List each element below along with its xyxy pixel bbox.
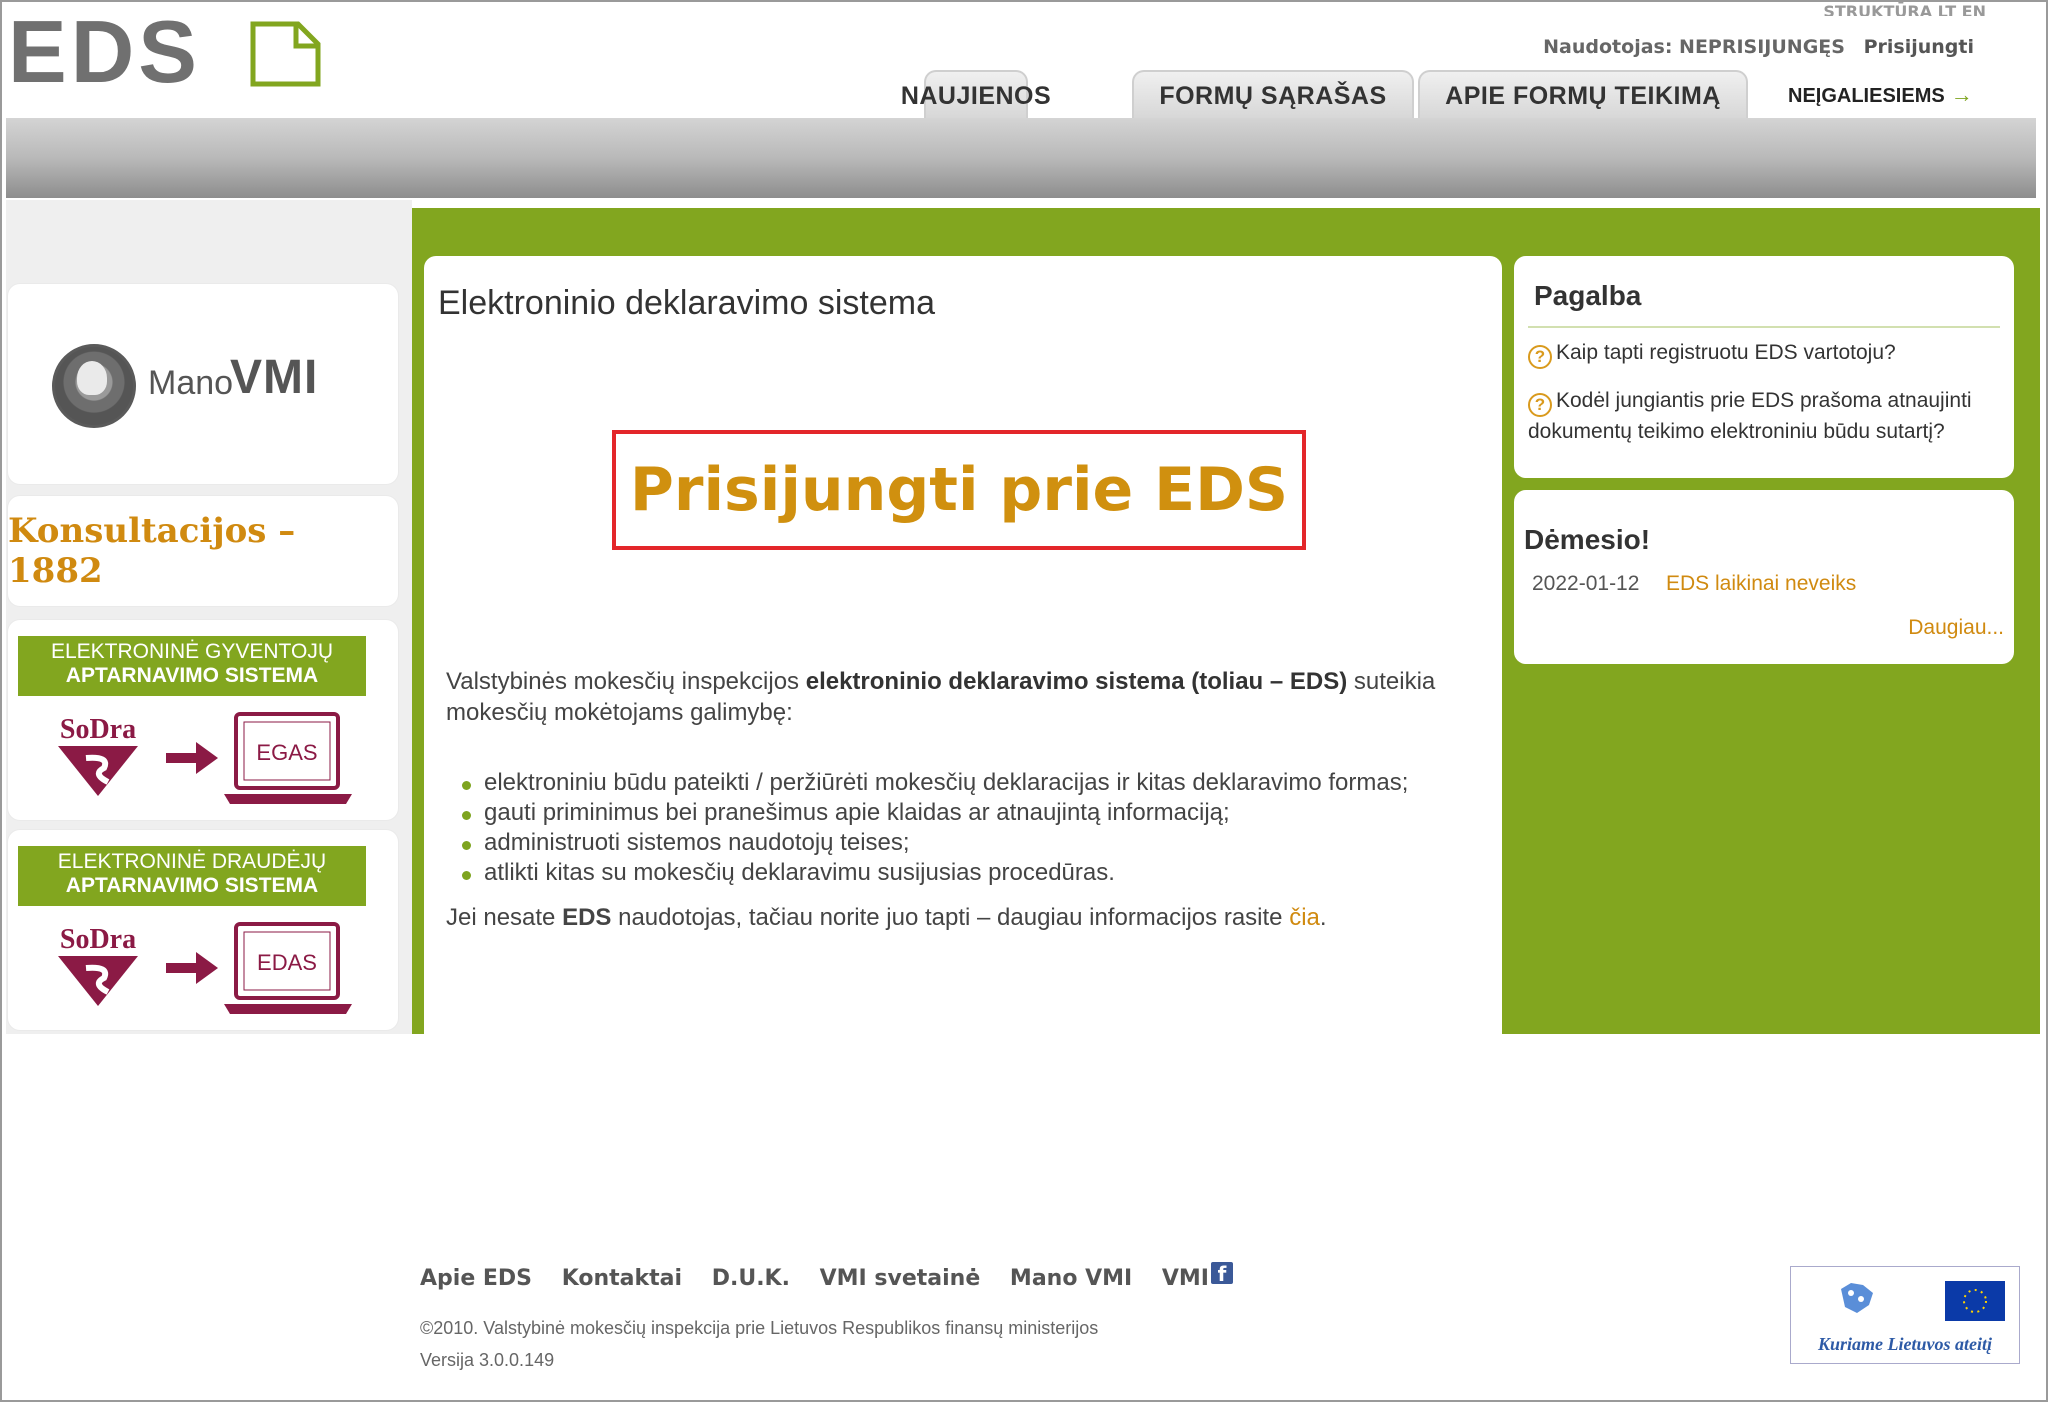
footer-link-mano-vmi[interactable]: Mano VMI	[1010, 1266, 1132, 1291]
info-start: Jei nesate	[446, 904, 563, 931]
sodra-logo-text: SoDra	[60, 924, 136, 955]
main-panel: Elektroninio deklaravimo sistema Prisiju…	[424, 256, 1502, 1222]
lithuania-map-icon	[1841, 1283, 1873, 1313]
sodra-logo-text: SoDra	[60, 714, 136, 745]
question-icon: ?	[1528, 345, 1552, 369]
footer-link-apie-eds[interactable]: Apie EDS	[420, 1266, 532, 1291]
notice-title: Dėmesio!	[1524, 524, 1651, 555]
question-icon: ?	[1528, 393, 1552, 417]
notice-item-link[interactable]: EDS laikinai neveiks	[1666, 572, 1856, 596]
consultation-phone: Konsultacijos – 1882	[8, 511, 296, 591]
user-avatar-icon	[52, 344, 136, 428]
list-item: elektroniniu būdu pateikti / peržiūrėti …	[458, 768, 1408, 798]
help-panel: Pagalba ? Kaip tapti registruotu EDS vart…	[1514, 256, 2014, 478]
tab-apie-formu-teikima[interactable]: APIE FORMŲ TEIKIMĄ	[1418, 70, 1748, 120]
register-info: Jei nesate EDS naudotojas, tačiau norite…	[446, 904, 1327, 932]
arrow-right-icon	[166, 952, 218, 984]
info-mid: naudotojas, tačiau norite juo tapti – da…	[611, 904, 1290, 931]
footer-link-vmi-svetaine[interactable]: VMI svetainė	[820, 1266, 981, 1291]
egas-header: ELEKTRONINĖ GYVENTOJŲ APTARNAVIMO SISTEM…	[18, 636, 366, 696]
more-info-link[interactable]: čia	[1289, 904, 1320, 931]
login-link[interactable]: Prisijungti	[1864, 36, 1974, 58]
edas-header: ELEKTRONINĖ DRAUDĖJŲ APTARNAVIMO SISTEMA	[18, 846, 366, 906]
eu-caption: Kuriame Lietuvos ateitį	[1818, 1334, 1992, 1354]
edas-line2: APTARNAVIMO SISTEMA	[65, 874, 319, 897]
footer-link-vmi-label: VMI	[1161, 1266, 1209, 1291]
copyright: ©2010. Valstybinė mokesčių inspekcija pr…	[420, 1318, 1099, 1338]
egas-link[interactable]: ELEKTRONINĖ GYVENTOJŲ APTARNAVIMO SISTEM…	[8, 620, 398, 820]
list-item: administruoti sistemos naudotojų teises;	[458, 828, 1408, 858]
arrow-right-icon	[166, 742, 218, 774]
header-banner	[6, 118, 2036, 198]
manovmi-brand: VMI	[230, 351, 319, 404]
laptop-label: EGAS	[256, 740, 317, 765]
consultation-box: Konsultacijos – 1882	[8, 496, 398, 606]
footer-links: Apie EDS Kontaktai D.U.K. VMI svetainė M…	[420, 1262, 1277, 1291]
eu-flag-icon	[1945, 1281, 2005, 1321]
help-question-text: Kaip tapti registruotu EDS vartotoju?	[1556, 341, 1896, 364]
edas-link[interactable]: ELEKTRONINĖ DRAUDĖJŲ APTARNAVIMO SISTEMA…	[8, 830, 398, 1030]
sodra-logo: SoDra	[58, 924, 138, 1006]
tab-formu-sarasas[interactable]: FORMŲ SĄRAŠAS	[1132, 70, 1414, 120]
notice-panel: Dėmesio! 2022-01-12 EDS laikinai neveiks…	[1514, 490, 2014, 664]
manovmi-link[interactable]: Mano VMI	[8, 284, 398, 484]
help-question[interactable]: ? Kodėl jungiantis prie EDS prašoma atnau…	[1528, 386, 2004, 447]
laptop-label: EDAS	[257, 950, 317, 975]
eds-logo[interactable]: EDS	[8, 16, 328, 92]
sodra-logo: SoDra	[58, 714, 138, 796]
footer-link-duk[interactable]: D.U.K.	[712, 1266, 790, 1291]
edas-line1: ELEKTRONINĖ DRAUDĖJŲ	[57, 850, 327, 873]
laptop-icon: EGAS	[224, 712, 352, 804]
version: Versija 3.0.0.149	[420, 1350, 555, 1370]
intro-start: Valstybinės mokesčių inspekcijos	[446, 668, 806, 695]
intro-bold: elektroninio deklaravimo sistema (toliau…	[805, 668, 1348, 695]
login-eds-button[interactable]: Prisijungti prie EDS	[612, 430, 1306, 550]
facebook-icon: f	[1210, 1262, 1233, 1286]
accessibility-label: NEĮGALIESIEMS	[1788, 85, 1945, 107]
divider	[1528, 326, 2000, 328]
user-label: Naudotojas: NEPRISIJUNGĘS	[1543, 36, 1845, 58]
page-title: Elektroninio deklaravimo sistema	[438, 284, 935, 322]
help-question[interactable]: ? Kaip tapti registruotu EDS vartotoju?	[1528, 338, 2004, 369]
top-links[interactable]: STRUKTŪRA LT EN	[1823, 2, 1986, 16]
more-link[interactable]: Daugiau...	[1908, 616, 2004, 640]
eu-funds-logo[interactable]: Kuriame Lietuvos ateitį	[1790, 1266, 2020, 1364]
footer-link-kontaktai[interactable]: Kontaktai	[562, 1266, 682, 1291]
help-title: Pagalba	[1534, 280, 1642, 311]
info-bold: EDS	[562, 904, 612, 931]
list-item: gauti priminimus bei pranešimus apie kla…	[458, 798, 1408, 828]
help-question-text: Kodėl jungiantis prie EDS prašoma atnauj…	[1528, 389, 1972, 443]
egas-line1: ELEKTRONINĖ GYVENTOJŲ	[50, 640, 333, 663]
user-status: Naudotojas: NEPRISIJUNGĘS Prisijungti	[1543, 36, 1974, 58]
page-frame: EDS STRUKTŪRA LT EN Naudotojas: NEPRISIJ…	[0, 0, 2048, 1402]
arrow-right-icon: →	[1950, 82, 1973, 107]
egas-line2: APTARNAVIMO SISTEMA	[65, 664, 319, 687]
notice-date: 2022-01-12	[1532, 572, 1640, 595]
laptop-icon: EDAS	[224, 922, 352, 1014]
accessibility-link[interactable]: NEĮGALIESIEMS →	[1788, 82, 1973, 108]
tab-naujienos[interactable]: NAUJIENOS	[901, 70, 1051, 120]
intro-text: Valstybinės mokesčių inspekcijos elektro…	[446, 666, 1486, 728]
list-item: atlikti kitas su mokesčių deklaravimu su…	[458, 858, 1408, 888]
svg-text:EDS: EDS	[8, 16, 201, 92]
feature-list: elektroniniu būdu pateikti / peržiūrėti …	[458, 768, 1408, 888]
manovmi-prefix: Mano	[148, 364, 234, 402]
info-end: .	[1319, 904, 1327, 931]
footer-link-vmi-facebook[interactable]: VMI f	[1161, 1262, 1255, 1291]
